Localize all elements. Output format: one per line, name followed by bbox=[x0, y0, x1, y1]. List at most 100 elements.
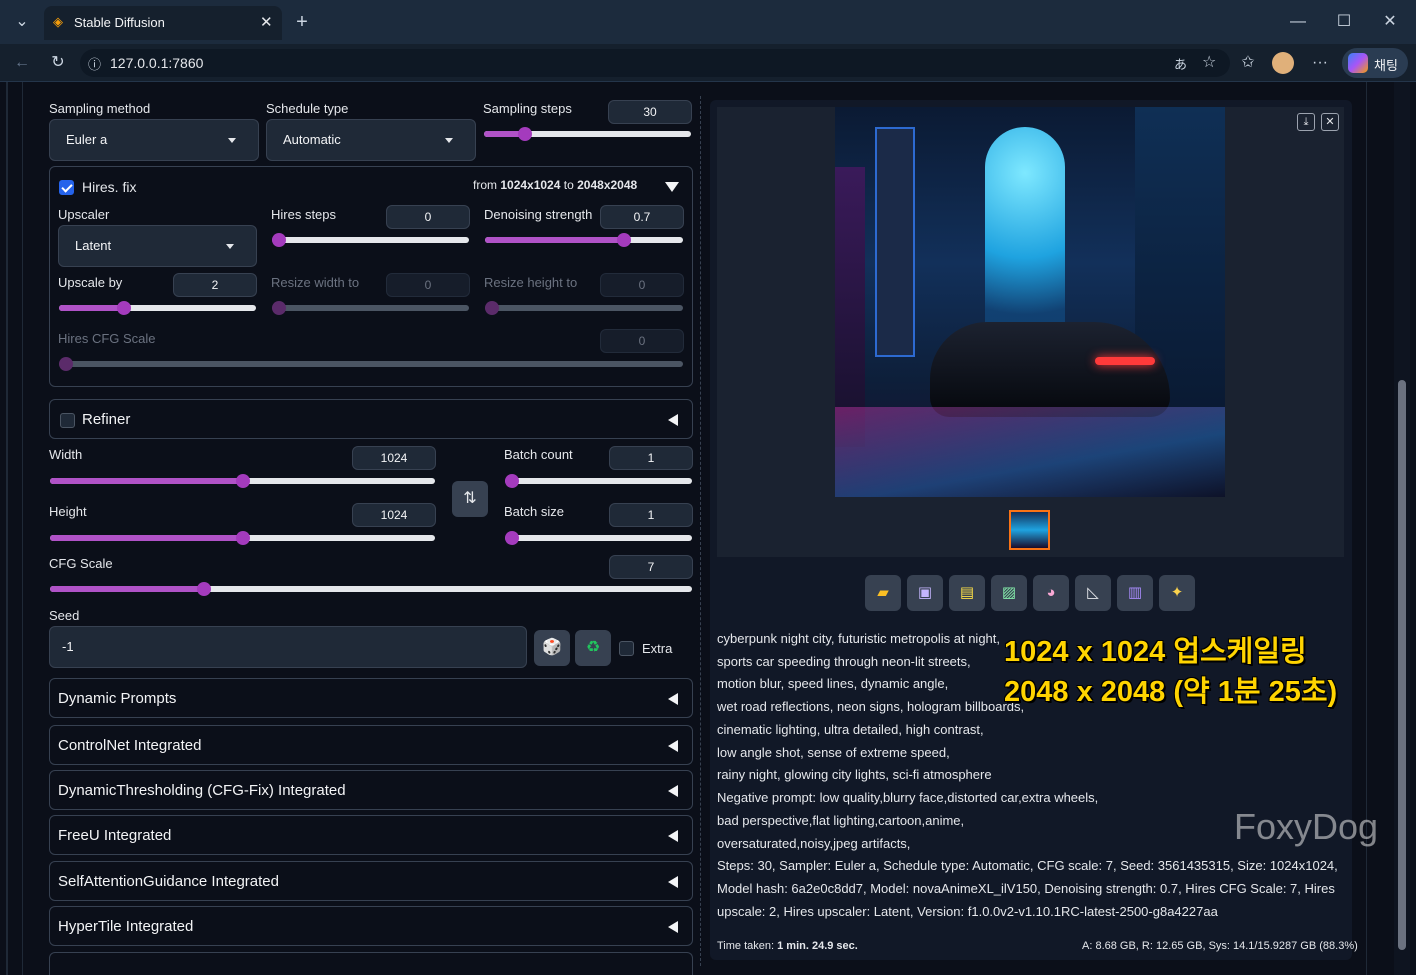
page-border-left bbox=[6, 82, 8, 975]
accordion-controlnet[interactable]: ControlNet Integrated bbox=[49, 725, 693, 765]
chevron-down-icon bbox=[226, 244, 234, 249]
new-tab-icon[interactable]: + bbox=[288, 8, 316, 36]
back-icon[interactable]: ← bbox=[8, 49, 36, 77]
url-field[interactable]: ⓘ 127.0.0.1:7860 あ ☆ bbox=[80, 49, 1230, 77]
width-slider[interactable] bbox=[50, 473, 435, 489]
hires-cfg-slider[interactable] bbox=[59, 356, 683, 372]
copilot-button[interactable]: 채팅 bbox=[1342, 48, 1408, 78]
building-shape bbox=[835, 167, 865, 447]
cfg-scale-slider[interactable] bbox=[50, 581, 692, 597]
refiner-accordion[interactable]: Refiner bbox=[49, 399, 693, 439]
more-menu-icon[interactable]: ··· bbox=[1306, 49, 1334, 77]
extra-checkbox[interactable] bbox=[619, 641, 634, 656]
cfg-scale-label: CFG Scale bbox=[49, 556, 113, 571]
random-seed-button[interactable]: 🎲 bbox=[534, 630, 570, 666]
resize-height-slider[interactable] bbox=[485, 300, 683, 316]
expand-triangle-icon[interactable] bbox=[668, 414, 678, 426]
site-info-icon[interactable]: ⓘ bbox=[88, 54, 101, 73]
vram-usage: A: 8.68 GB, R: 12.65 GB, Sys: 14.1/15.92… bbox=[1082, 940, 1358, 952]
taillight-shape bbox=[1095, 357, 1155, 365]
hires-steps-slider[interactable] bbox=[272, 232, 469, 248]
scrollbar[interactable] bbox=[1394, 82, 1410, 975]
collapse-triangle-icon[interactable] bbox=[665, 182, 679, 192]
browser-addressbar: ← ↻ ⓘ 127.0.0.1:7860 あ ☆ ✩ ··· 채팅 bbox=[0, 44, 1416, 82]
extras-icon[interactable]: ▥ bbox=[1117, 575, 1153, 611]
upscale-by-input[interactable]: 2 bbox=[173, 273, 257, 297]
sampling-steps-slider[interactable] bbox=[484, 126, 691, 142]
scrollbar-thumb[interactable] bbox=[1398, 380, 1406, 950]
sampling-steps-input[interactable]: 30 bbox=[608, 100, 692, 124]
tab-list-icon[interactable]: ⌄ bbox=[8, 8, 36, 36]
folder-icon[interactable]: ▰ bbox=[865, 575, 901, 611]
sampling-method-dropdown[interactable]: Euler a bbox=[49, 119, 259, 161]
info-line: wet road reflections, neon signs, hologr… bbox=[717, 699, 1025, 714]
image-icon[interactable]: ▨ bbox=[991, 575, 1027, 611]
sampling-steps-label: Sampling steps bbox=[483, 101, 572, 116]
minimize-icon[interactable]: — bbox=[1284, 8, 1312, 36]
hires-cfg-input[interactable]: 0 bbox=[600, 329, 684, 353]
favorites-icon[interactable]: ✩ bbox=[1234, 49, 1262, 77]
reload-icon[interactable]: ↻ bbox=[44, 49, 72, 77]
column-divider bbox=[700, 96, 701, 966]
generated-image[interactable] bbox=[835, 107, 1225, 497]
sparkle-icon[interactable]: ✦ bbox=[1159, 575, 1195, 611]
schedule-type-label: Schedule type bbox=[266, 101, 349, 116]
reuse-seed-button[interactable]: ♻ bbox=[575, 630, 611, 666]
upscale-by-slider[interactable] bbox=[59, 300, 256, 316]
resize-width-input[interactable]: 0 bbox=[386, 273, 470, 297]
resize-height-input[interactable]: 0 bbox=[600, 273, 684, 297]
width-input[interactable]: 1024 bbox=[352, 446, 436, 470]
batch-size-slider[interactable] bbox=[505, 530, 692, 546]
info-line: low angle shot, sense of extreme speed, bbox=[717, 745, 950, 760]
accordion-freeu[interactable]: FreeU Integrated bbox=[49, 815, 693, 855]
accordion-dynamic-thresholding[interactable]: DynamicThresholding (CFG-Fix) Integrated bbox=[49, 770, 693, 810]
denoising-strength-input[interactable]: 0.7 bbox=[600, 205, 684, 229]
window-close-icon[interactable]: ✕ bbox=[1376, 8, 1404, 36]
hires-fix-checkbox[interactable] bbox=[59, 180, 74, 195]
batch-size-input[interactable]: 1 bbox=[609, 503, 693, 527]
info-line: cyberpunk night city, futuristic metropo… bbox=[717, 631, 1000, 646]
accordion-dynamic-prompts[interactable]: Dynamic Prompts bbox=[49, 678, 693, 718]
resize-width-label: Resize width to bbox=[271, 275, 360, 290]
denoising-strength-label: Denoising strength bbox=[484, 207, 593, 222]
zip-icon[interactable]: ▤ bbox=[949, 575, 985, 611]
resize-width-slider[interactable] bbox=[272, 300, 469, 316]
browser-tab[interactable]: ◈ Stable Diffusion ✕ bbox=[44, 6, 282, 40]
accordion-hypertile[interactable]: HyperTile Integrated bbox=[49, 906, 693, 946]
batch-count-slider[interactable] bbox=[505, 473, 692, 489]
maximize-icon[interactable]: ☐ bbox=[1330, 8, 1358, 36]
gallery-thumbnail[interactable] bbox=[1009, 510, 1050, 550]
accordion-partial[interactable] bbox=[49, 952, 693, 975]
download-icon[interactable]: ⤓ bbox=[1297, 113, 1315, 131]
watermark: FoxyDog bbox=[1234, 806, 1379, 847]
sampling-method-value: Euler a bbox=[66, 132, 108, 147]
cfg-scale-input[interactable]: 7 bbox=[609, 555, 693, 579]
favorite-star-icon[interactable]: ☆ bbox=[1202, 52, 1216, 72]
palette-icon[interactable]: ◕ bbox=[1033, 575, 1069, 611]
upscaler-dropdown[interactable]: Latent bbox=[58, 225, 257, 267]
width-label: Width bbox=[49, 447, 83, 462]
seed-input[interactable]: -1 bbox=[49, 626, 527, 668]
save-icon[interactable]: ▣ bbox=[907, 575, 943, 611]
batch-count-input[interactable]: 1 bbox=[609, 446, 693, 470]
profile-avatar[interactable] bbox=[1272, 52, 1294, 74]
refiner-checkbox[interactable] bbox=[60, 413, 75, 428]
expand-triangle-icon bbox=[668, 830, 678, 842]
refiner-label: Refiner bbox=[82, 411, 131, 428]
accordion-title: FreeU Integrated bbox=[58, 827, 172, 844]
car-shape bbox=[930, 322, 1170, 417]
close-icon[interactable]: ✕ bbox=[1321, 113, 1339, 131]
height-slider[interactable] bbox=[50, 530, 435, 546]
upscaler-label: Upscaler bbox=[58, 207, 110, 222]
height-input[interactable]: 1024 bbox=[352, 503, 436, 527]
ruler-icon[interactable]: ◺ bbox=[1075, 575, 1111, 611]
info-line: sports car speeding through neon-lit str… bbox=[717, 654, 971, 669]
translate-icon[interactable]: あ bbox=[1174, 54, 1187, 73]
swap-dimensions-button[interactable]: ⇅ bbox=[452, 481, 488, 517]
hires-steps-input[interactable]: 0 bbox=[386, 205, 470, 229]
expand-triangle-icon bbox=[668, 921, 678, 933]
accordion-self-attention-guidance[interactable]: SelfAttentionGuidance Integrated bbox=[49, 861, 693, 901]
denoising-strength-slider[interactable] bbox=[485, 232, 683, 248]
schedule-type-dropdown[interactable]: Automatic bbox=[266, 119, 476, 161]
tab-close-icon[interactable]: ✕ bbox=[260, 13, 273, 31]
